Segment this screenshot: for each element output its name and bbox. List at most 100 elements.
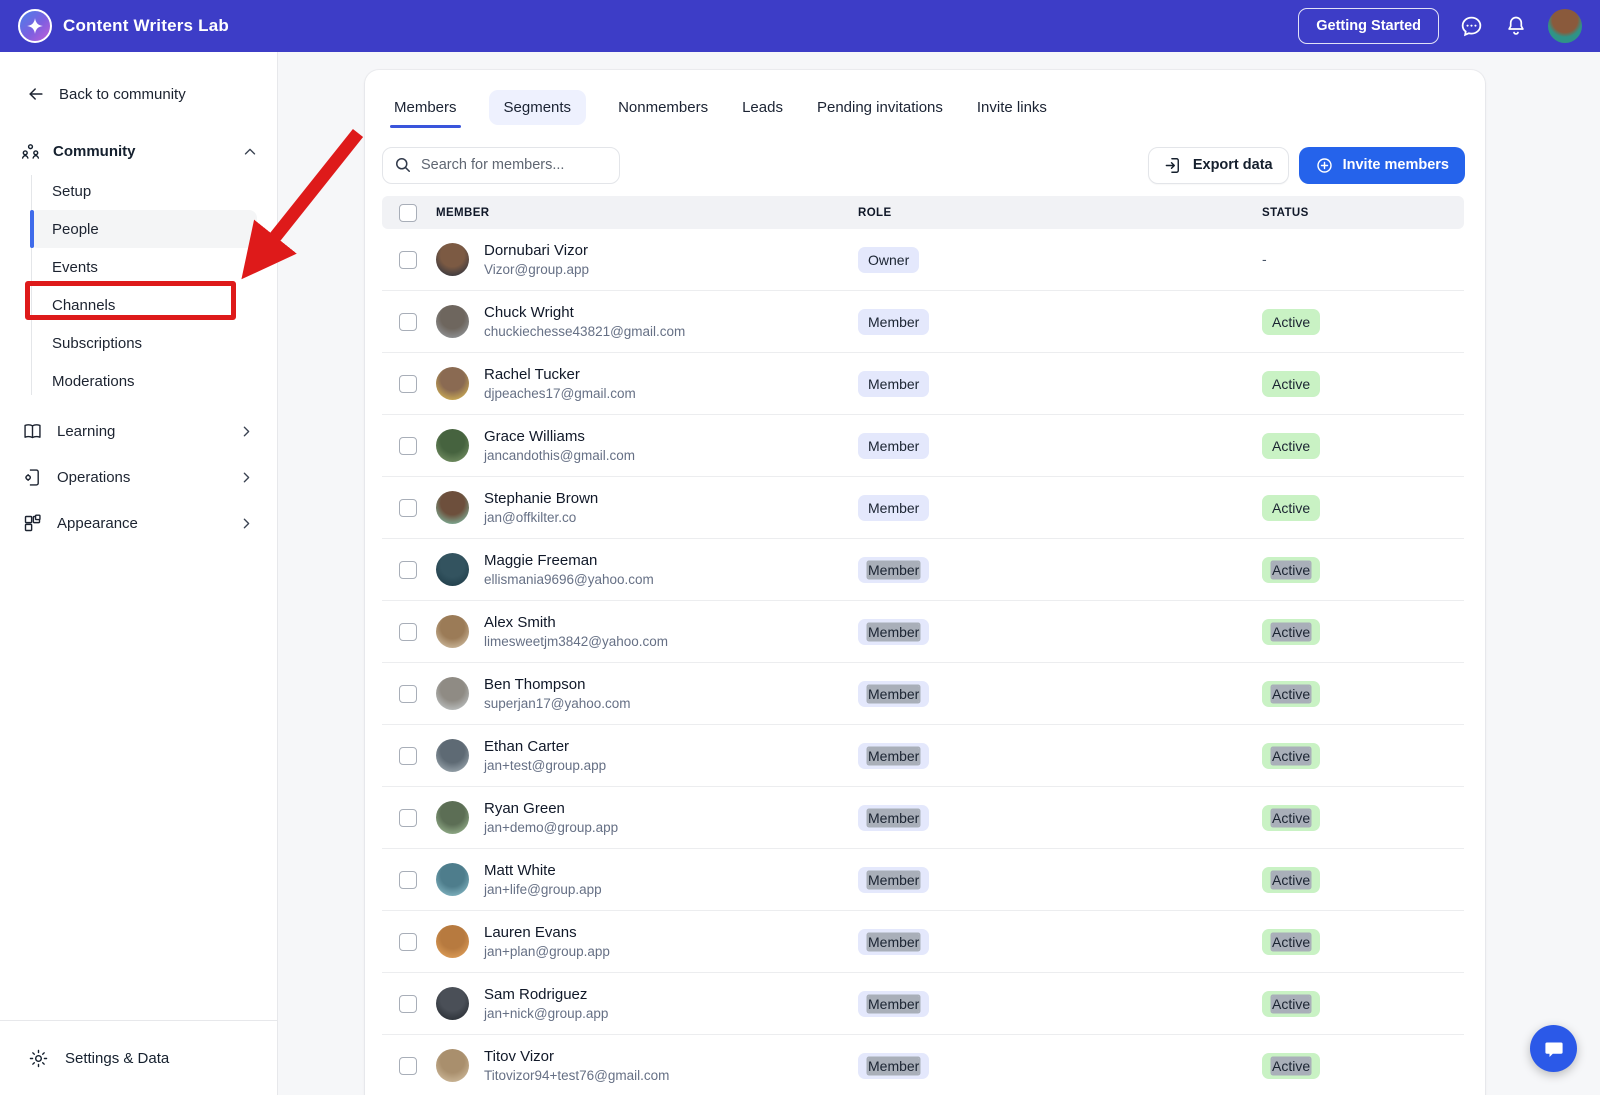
table-row[interactable]: Rachel Tucker djpeaches17@gmail.com Memb… [382,353,1464,415]
row-checkbox[interactable] [399,933,417,951]
table-row[interactable]: Chuck Wright chuckiechesse43821@gmail.co… [382,291,1464,353]
sidebar-item-moderations[interactable]: Moderations [0,362,277,400]
sidebar-item-setup[interactable]: Setup [0,172,277,210]
invite-members-button[interactable]: Invite members [1299,147,1465,184]
status-badge: Active [1262,309,1320,335]
row-checkbox[interactable] [399,747,417,765]
tab-segments[interactable]: Segments [489,90,587,125]
topbar-actions: Getting Started [1298,8,1582,44]
tab-invite-links[interactable]: Invite links [975,90,1049,125]
column-header-member: MEMBER [436,207,858,219]
chat-widget-button[interactable] [1530,1025,1577,1072]
chat-messages-icon[interactable] [1459,14,1484,39]
row-checkbox[interactable] [399,437,417,455]
sidebar-group-community[interactable]: Community [20,141,259,162]
member-avatar [436,801,469,834]
app-title: Content Writers Lab [63,16,229,36]
tab-pending-invitations[interactable]: Pending invitations [815,90,945,125]
row-checkbox[interactable] [399,251,417,269]
member-name: Matt White [484,862,602,879]
row-checkbox[interactable] [399,623,417,641]
status-badge: Active [1262,557,1320,583]
role-badge: Member [858,805,929,831]
row-checkbox[interactable] [399,561,417,579]
member-name: Ben Thompson [484,676,631,693]
app-logo-sparkle-icon [18,9,52,43]
row-checkbox[interactable] [399,499,417,517]
member-email: jan+test@group.app [484,758,606,773]
sidebar-item-channels[interactable]: Channels [0,286,277,324]
sidebar-item-subscriptions[interactable]: Subscriptions [0,324,277,362]
table-row[interactable]: Sam Rodriguez jan+nick@group.app Member … [382,973,1464,1035]
row-checkbox[interactable] [399,871,417,889]
export-icon [1164,156,1183,175]
member-email: superjan17@yahoo.com [484,696,631,711]
column-header-status: STATUS [1262,207,1464,219]
sidebar-item-appearance[interactable]: Appearance [0,500,277,546]
sidebar-item-events[interactable]: Events [0,248,277,286]
settings-and-data-link[interactable]: Settings & Data [0,1020,277,1095]
tab-nonmembers[interactable]: Nonmembers [616,90,710,125]
members-card: Members Segments Nonmembers Leads Pendin… [365,70,1485,1095]
search-wrap [382,147,620,184]
status-badge: Active [1262,743,1320,769]
table-row[interactable]: Ryan Green jan+demo@group.app Member Act… [382,787,1464,849]
user-avatar[interactable] [1548,9,1582,43]
notifications-bell-icon[interactable] [1504,14,1528,38]
row-checkbox[interactable] [399,1057,417,1075]
row-checkbox[interactable] [399,313,417,331]
member-name: Grace Williams [484,428,635,445]
table-row[interactable]: Ethan Carter jan+test@group.app Member A… [382,725,1464,787]
member-avatar [436,429,469,462]
status-badge: Active [1262,991,1320,1017]
member-avatar [436,677,469,710]
row-checkbox[interactable] [399,995,417,1013]
member-email: djpeaches17@gmail.com [484,386,636,401]
document-gear-icon [22,467,43,488]
table-row[interactable]: Grace Williams jancandothis@gmail.com Me… [382,415,1464,477]
member-avatar [436,739,469,772]
table-row[interactable]: Titov Vizor Titovizor94+test76@gmail.com… [382,1035,1464,1095]
sidebar-item-people[interactable]: People [30,210,257,248]
member-name: Sam Rodriguez [484,986,608,1003]
status-badge: Active [1262,681,1320,707]
chevron-right-icon [238,423,255,440]
select-all-checkbox[interactable] [399,204,417,222]
status-badge: Active [1262,867,1320,893]
member-name: Stephanie Brown [484,490,598,507]
table-row[interactable]: Ben Thompson superjan17@yahoo.com Member… [382,663,1464,725]
role-badge: Member [858,1053,929,1079]
back-to-community-link[interactable]: Back to community [0,52,277,104]
row-checkbox[interactable] [399,685,417,703]
role-badge: Member [858,991,929,1017]
table-row[interactable]: Lauren Evans jan+plan@group.app Member A… [382,911,1464,973]
row-checkbox[interactable] [399,809,417,827]
table-row[interactable]: Alex Smith limesweetjm3842@yahoo.com Mem… [382,601,1464,663]
members-table: MEMBER ROLE STATUS Dornubari Vizor Vizor… [382,196,1464,1095]
table-row[interactable]: Dornubari Vizor Vizor@group.app Owner - [382,229,1464,291]
member-email: ellismania9696@yahoo.com [484,572,654,587]
member-avatar [436,925,469,958]
tab-bar: Members Segments Nonmembers Leads Pendin… [392,90,1049,125]
getting-started-button[interactable]: Getting Started [1298,8,1439,44]
top-bar: Content Writers Lab Getting Started [0,0,1600,52]
table-row[interactable]: Maggie Freeman ellismania9696@yahoo.com … [382,539,1464,601]
export-data-button[interactable]: Export data [1148,147,1289,184]
role-badge: Member [858,619,929,645]
app-window: Content Writers Lab Getting Started [0,0,1600,1095]
member-name: Dornubari Vizor [484,242,589,259]
tab-members[interactable]: Members [392,90,459,125]
row-checkbox[interactable] [399,375,417,393]
sidebar-item-learning[interactable]: Learning [0,408,277,454]
member-email: limesweetjm3842@yahoo.com [484,634,668,649]
role-badge: Owner [858,247,919,273]
tab-leads[interactable]: Leads [740,90,785,125]
table-row[interactable]: Stephanie Brown jan@offkilter.co Member … [382,477,1464,539]
status-badge: Active [1262,805,1320,831]
status-empty: - [1262,251,1267,267]
status-badge: Active [1262,1053,1320,1079]
search-input[interactable] [382,147,620,184]
table-row[interactable]: Matt White jan+life@group.app Member Act… [382,849,1464,911]
member-name: Ryan Green [484,800,618,817]
sidebar-item-operations[interactable]: Operations [0,454,277,500]
